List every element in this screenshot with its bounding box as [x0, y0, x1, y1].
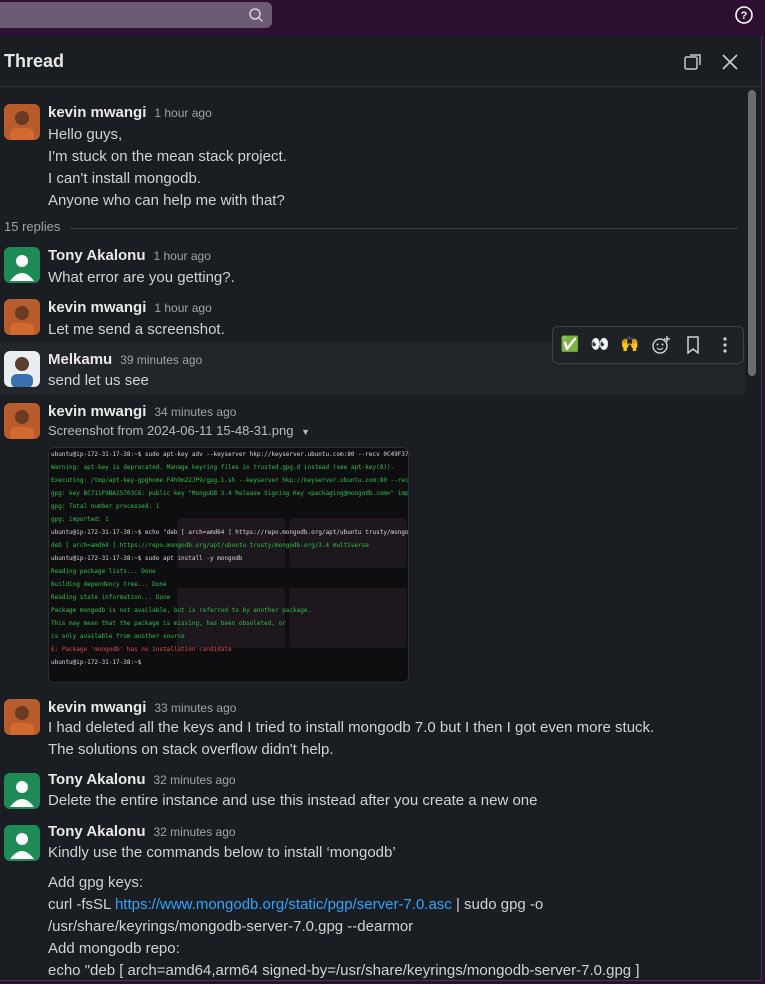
terminal-line: ubuntu@ip-172-31-17-38:~$ echo "deb [ ar…: [51, 529, 409, 536]
thread-title: Thread: [4, 51, 65, 71]
author-name[interactable]: Tony Akalonu 32 minutes ago: [48, 823, 236, 840]
terminal-line: Warning: apt-key is deprecated. Manage k…: [51, 464, 395, 471]
terminal-line: Reading state information... Done: [51, 594, 171, 601]
message-text: Kindly use the commands below to install…: [48, 844, 396, 861]
terminal-line: Executing: /tmp/apt-key-gpghome.F4h9m22J…: [51, 477, 409, 484]
timestamp[interactable]: 1 hour ago: [154, 249, 211, 263]
message-text: What error are you getting?.: [48, 269, 235, 286]
timestamp[interactable]: 1 hour ago: [154, 106, 211, 120]
command-line: /usr/share/keyrings/mongodb-server-7.0.g…: [48, 918, 414, 935]
terminal-line: deb [ arch=amd64 ] https://repo.mongodb.…: [51, 542, 369, 549]
avatar[interactable]: [4, 299, 40, 335]
author-name[interactable]: Melkamu 39 minutes ago: [48, 351, 202, 368]
command-line: echo "deb [ arch=amd64,arm64 signed-by=/…: [48, 962, 640, 979]
timestamp[interactable]: 33 minutes ago: [154, 701, 236, 715]
timestamp[interactable]: 39 minutes ago: [120, 353, 202, 367]
reaction-check-icon[interactable]: ✅: [559, 334, 581, 356]
command-line: curl -fsSL https://www.mongodb.org/stati…: [48, 896, 544, 913]
terminal-line: ubuntu@ip-172-31-17-38:~$ sudo apt-key a…: [51, 451, 409, 458]
top-bar: ?: [0, 0, 765, 36]
author-name[interactable]: kevin mwangi 1 hour ago: [48, 104, 212, 121]
add-reaction-icon[interactable]: [650, 334, 672, 356]
bookmark-icon[interactable]: [682, 334, 704, 356]
message-text: send let us see: [48, 372, 149, 389]
terminal-line: gpg: imported: 1: [51, 516, 109, 523]
avatar[interactable]: [4, 104, 40, 140]
message-text: Anyone who can help me with that?: [48, 192, 285, 209]
terminal-line: E: Package 'mongodb' has no installation…: [51, 646, 232, 653]
reaction-raised-hands-icon[interactable]: 🙌: [619, 334, 641, 356]
message-parent[interactable]: kevin mwangi 1 hour ago Hello guys, I'm s…: [0, 98, 745, 214]
terminal-line: is only available from another source: [51, 633, 185, 640]
terminal-line: Package mongodb is not available, but is…: [51, 607, 312, 614]
overlay-shape: [289, 588, 407, 648]
more-actions-icon[interactable]: [714, 334, 736, 356]
thread-header: Thread: [0, 36, 761, 87]
replies-count: 15 replies: [4, 219, 61, 234]
terminal-line: Building dependency tree... Done: [51, 581, 167, 588]
message[interactable]: Tony Akalonu 32 minutes ago Kindly use th…: [0, 819, 745, 980]
scrollbar[interactable]: [748, 90, 756, 376]
terminal-line: gpg: key BC711F9BA15703C6: public key "M…: [51, 490, 409, 497]
avatar[interactable]: [4, 699, 40, 735]
screenshot-attachment[interactable]: ubuntu@ip-172-31-17-38:~$ sudo apt-key a…: [48, 447, 409, 683]
search-icon: [249, 8, 264, 23]
timestamp[interactable]: 32 minutes ago: [154, 825, 236, 839]
replies-divider: [70, 228, 738, 229]
avatar[interactable]: [4, 773, 40, 809]
timestamp[interactable]: 32 minutes ago: [154, 773, 236, 787]
terminal-line: Reading package lists... Done: [51, 568, 156, 575]
message-actions-toolbar: ✅ 👀 🙌: [552, 326, 744, 364]
terminal-line: This may mean that the package is missin…: [51, 620, 286, 627]
author-name[interactable]: Tony Akalonu 32 minutes ago: [48, 771, 236, 788]
author-name[interactable]: kevin mwangi 33 minutes ago: [48, 699, 236, 716]
thread-panel: Thread kevin mwangi 1 hour ago Hello guys…: [0, 36, 762, 981]
message-text: I'm stuck on the mean stack project.: [48, 148, 287, 165]
svg-text:?: ?: [741, 10, 748, 22]
timestamp[interactable]: 34 minutes ago: [154, 405, 236, 419]
author-name[interactable]: kevin mwangi 34 minutes ago: [48, 403, 236, 420]
timestamp[interactable]: 1 hour ago: [154, 301, 211, 315]
message-text: Delete the entire instance and use this …: [48, 792, 538, 809]
search-bar[interactable]: [0, 2, 272, 28]
attachment-filename[interactable]: Screenshot from 2024-06-11 15-48-31.png …: [48, 423, 310, 438]
avatar[interactable]: [4, 247, 40, 283]
close-icon[interactable]: [719, 51, 741, 73]
message[interactable]: Tony Akalonu 1 hour ago What error are yo…: [0, 241, 745, 291]
help-icon[interactable]: ?: [735, 6, 753, 24]
overlay-shape: [177, 588, 285, 648]
author-name[interactable]: kevin mwangi 1 hour ago: [48, 299, 212, 316]
reaction-eyes-icon[interactable]: 👀: [589, 334, 611, 356]
terminal-line: ubuntu@ip-172-31-17-38:~$ sudo apt insta…: [51, 555, 243, 562]
message-text: Hello guys,: [48, 126, 123, 143]
terminal-line: ubuntu@ip-172-31-17-38:~$: [51, 659, 142, 666]
message-text: Add gpg keys:: [48, 874, 144, 891]
message-text: Add mongodb repo:: [48, 940, 180, 957]
avatar[interactable]: [4, 825, 40, 861]
message-text: I had deleted all the keys and I tried t…: [48, 719, 655, 736]
message-text: I can't install mongodb.: [48, 170, 201, 187]
chevron-down-icon[interactable]: ▼: [301, 427, 310, 437]
avatar[interactable]: [4, 403, 40, 439]
terminal-line: gpg: Total number processed: 1: [51, 503, 160, 510]
message-text: Let me send a screenshot.: [48, 321, 225, 338]
message[interactable]: kevin mwangi 33 minutes ago I had deleted…: [0, 693, 745, 763]
message[interactable]: Tony Akalonu 32 minutes ago Delete the en…: [0, 767, 745, 817]
author-name[interactable]: Tony Akalonu 1 hour ago: [48, 247, 211, 264]
avatar[interactable]: [4, 351, 40, 387]
expand-icon[interactable]: [682, 51, 704, 73]
message-text: The solutions on stack overflow didn't h…: [48, 741, 334, 758]
gpg-key-link[interactable]: https://www.mongodb.org/static/pgp/serve…: [115, 896, 452, 913]
